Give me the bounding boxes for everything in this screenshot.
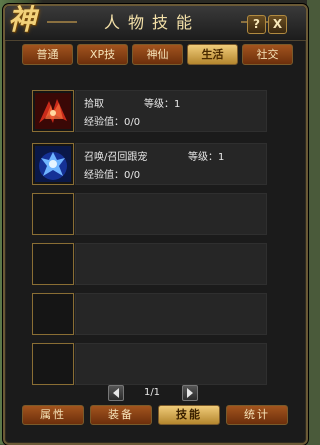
tab-life[interactable]: 生活 <box>187 44 238 65</box>
tab-social[interactable]: 社交 <box>242 44 293 65</box>
blue-summon-icon <box>35 146 71 182</box>
skill-info: 拾取 等级：1 经验值：0/0 <box>75 90 267 132</box>
skill-slot[interactable] <box>32 243 74 285</box>
close-button[interactable]: X <box>268 15 287 34</box>
skill-exp: 经验值：0/0 <box>84 117 141 128</box>
shen-emblem-icon: 神 <box>7 3 36 36</box>
skill-slot[interactable] <box>32 293 74 335</box>
tab-immortal[interactable]: 神仙 <box>132 44 183 65</box>
tab-normal[interactable]: 普通 <box>22 44 73 65</box>
skill-slot[interactable] <box>32 193 74 235</box>
skill-info <box>75 193 267 235</box>
title-bar[interactable]: 神 人物技能 ? X <box>5 3 306 41</box>
skill-name: 召唤/召回跟宠 <box>84 152 148 163</box>
help-button[interactable]: ? <box>247 15 266 34</box>
skill-row-empty <box>32 293 268 340</box>
skill-slot[interactable] <box>32 90 74 132</box>
skill-level: 等级：1 <box>144 99 181 110</box>
skill-info: 召唤/召回跟宠 等级：1 经验值：0/0 <box>75 143 267 185</box>
skill-row[interactable]: 召唤/召回跟宠 等级：1 经验值：0/0 <box>32 143 268 190</box>
red-wings-icon <box>35 93 71 129</box>
pager: 1/1 <box>102 385 202 401</box>
tab-attributes[interactable]: 属性 <box>22 405 84 425</box>
next-page-button[interactable] <box>182 385 198 401</box>
skill-name: 拾取 <box>84 99 104 110</box>
skill-row[interactable]: 拾取 等级：1 经验值：0/0 <box>32 90 268 137</box>
skill-level: 等级：1 <box>188 152 225 163</box>
tab-statistics[interactable]: 统计 <box>226 405 288 425</box>
tab-skills[interactable]: 技能 <box>158 405 220 425</box>
skill-info <box>75 293 267 335</box>
character-tabs: 属性 装备 技能 统计 <box>22 405 292 425</box>
arrow-right-icon <box>187 388 193 398</box>
skill-row-empty <box>32 343 268 390</box>
window-title: 人物技能 <box>103 13 200 32</box>
skill-category-tabs: 普通 XP技 神仙 生活 社交 <box>22 44 293 65</box>
prev-page-button[interactable] <box>108 385 124 401</box>
skill-row-empty <box>32 243 268 290</box>
skill-slot[interactable] <box>32 143 74 185</box>
arrow-left-icon <box>113 388 119 398</box>
skill-info <box>75 243 267 285</box>
skill-slot[interactable] <box>32 343 74 385</box>
tab-equipment[interactable]: 装备 <box>90 405 152 425</box>
page-indicator: 1/1 <box>143 387 161 398</box>
skill-row-empty <box>32 193 268 240</box>
skill-exp: 经验值：0/0 <box>84 170 141 181</box>
tab-xp-skill[interactable]: XP技 <box>77 44 128 65</box>
skill-info <box>75 343 267 385</box>
